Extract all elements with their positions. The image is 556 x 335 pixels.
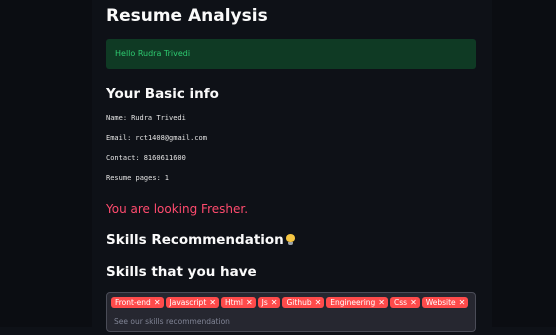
skill-tag-label: Engineering	[330, 298, 376, 307]
skill-tag[interactable]: Javascript ✕	[165, 297, 219, 308]
skill-tag[interactable]: Html ✕	[220, 297, 256, 308]
right-gutter	[492, 0, 556, 327]
remove-tag-icon[interactable]: ✕	[246, 298, 253, 307]
experience-level-text: You are looking Fresher.	[106, 202, 249, 216]
skill-tag-label: Html	[224, 298, 243, 307]
info-name-line: Name: Rudra Trivedi	[106, 114, 186, 122]
info-contact-label: Contact:	[106, 154, 140, 162]
skill-tag-label: Css	[394, 298, 408, 307]
info-pages-line: Resume pages: 1	[106, 174, 169, 182]
skill-tag-label: Github	[286, 298, 312, 307]
skills-recommendation-heading: Skills Recommendation	[106, 232, 295, 248]
skill-tag[interactable]: Js ✕	[257, 297, 281, 308]
page-title: Resume Analysis	[106, 6, 268, 26]
skills-tag-list: Front-end ✕ Javascript ✕ Html ✕ Js ✕ Github ✕ Engi…	[111, 297, 471, 335]
remove-tag-icon[interactable]: ✕	[410, 298, 417, 307]
left-gutter	[0, 0, 92, 327]
skills-have-heading: Skills that you have	[106, 264, 257, 280]
skills-recommendation-title: Skills Recommendation	[106, 232, 284, 248]
skill-tag[interactable]: Github ✕	[282, 297, 325, 308]
info-email-value: rct1408@gmail.com	[135, 134, 207, 142]
skill-tag[interactable]: Css ✕	[390, 297, 420, 308]
skill-tag-label: Js	[261, 298, 268, 307]
skill-tag[interactable]: Engineering ✕	[326, 297, 388, 308]
skill-tag[interactable]: Website ✕	[421, 297, 469, 308]
skills-search-input[interactable]	[111, 316, 264, 327]
info-email-label: Email:	[106, 134, 132, 142]
greeting-alert: Hello Rudra Trivedi	[106, 39, 476, 69]
lightbulb-icon	[285, 234, 295, 245]
info-name-value: Rudra Trivedi	[131, 114, 186, 122]
info-contact-line: Contact: 8160611600	[106, 154, 186, 162]
info-contact-value: 8160611600	[143, 154, 186, 162]
skill-tag-label: Javascript	[169, 298, 207, 307]
skill-tag-label: Front-end	[115, 298, 151, 307]
skill-tag-label: Website	[425, 298, 456, 307]
remove-tag-icon[interactable]: ✕	[378, 298, 385, 307]
info-email-line: Email: rct1408@gmail.com	[106, 134, 207, 142]
remove-tag-icon[interactable]: ✕	[209, 298, 216, 307]
skills-multiselect[interactable]: Front-end ✕ Javascript ✕ Html ✕ Js ✕ Github ✕ Engi…	[106, 292, 476, 332]
greeting-text: Hello Rudra Trivedi	[115, 49, 191, 58]
info-pages-label: Resume pages:	[106, 174, 161, 182]
remove-tag-icon[interactable]: ✕	[315, 298, 322, 307]
basic-info-heading: Your Basic info	[106, 86, 219, 102]
remove-tag-icon[interactable]: ✕	[271, 298, 278, 307]
info-pages-value: 1	[164, 174, 170, 182]
skill-tag[interactable]: Front-end ✕	[111, 297, 164, 308]
info-name-label: Name:	[106, 114, 128, 122]
remove-tag-icon[interactable]: ✕	[154, 298, 161, 307]
remove-tag-icon[interactable]: ✕	[459, 298, 466, 307]
